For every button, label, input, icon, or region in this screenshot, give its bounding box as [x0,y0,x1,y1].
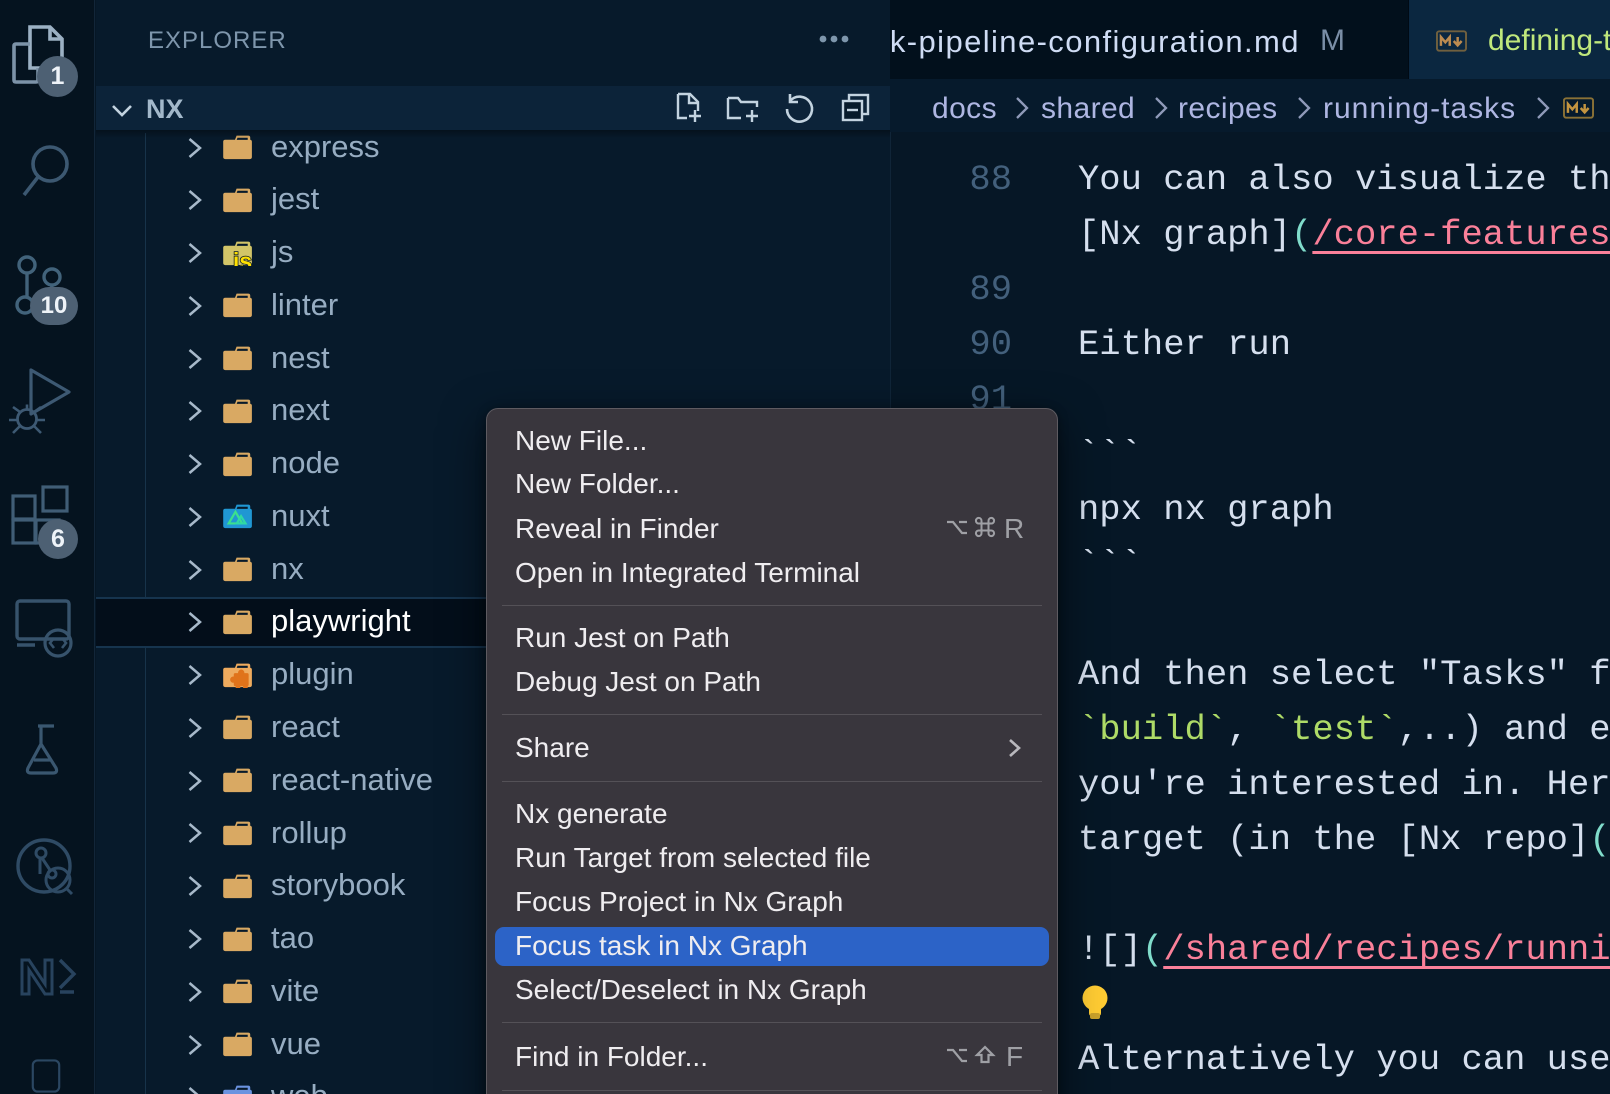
svg-text:js: js [232,247,252,265]
